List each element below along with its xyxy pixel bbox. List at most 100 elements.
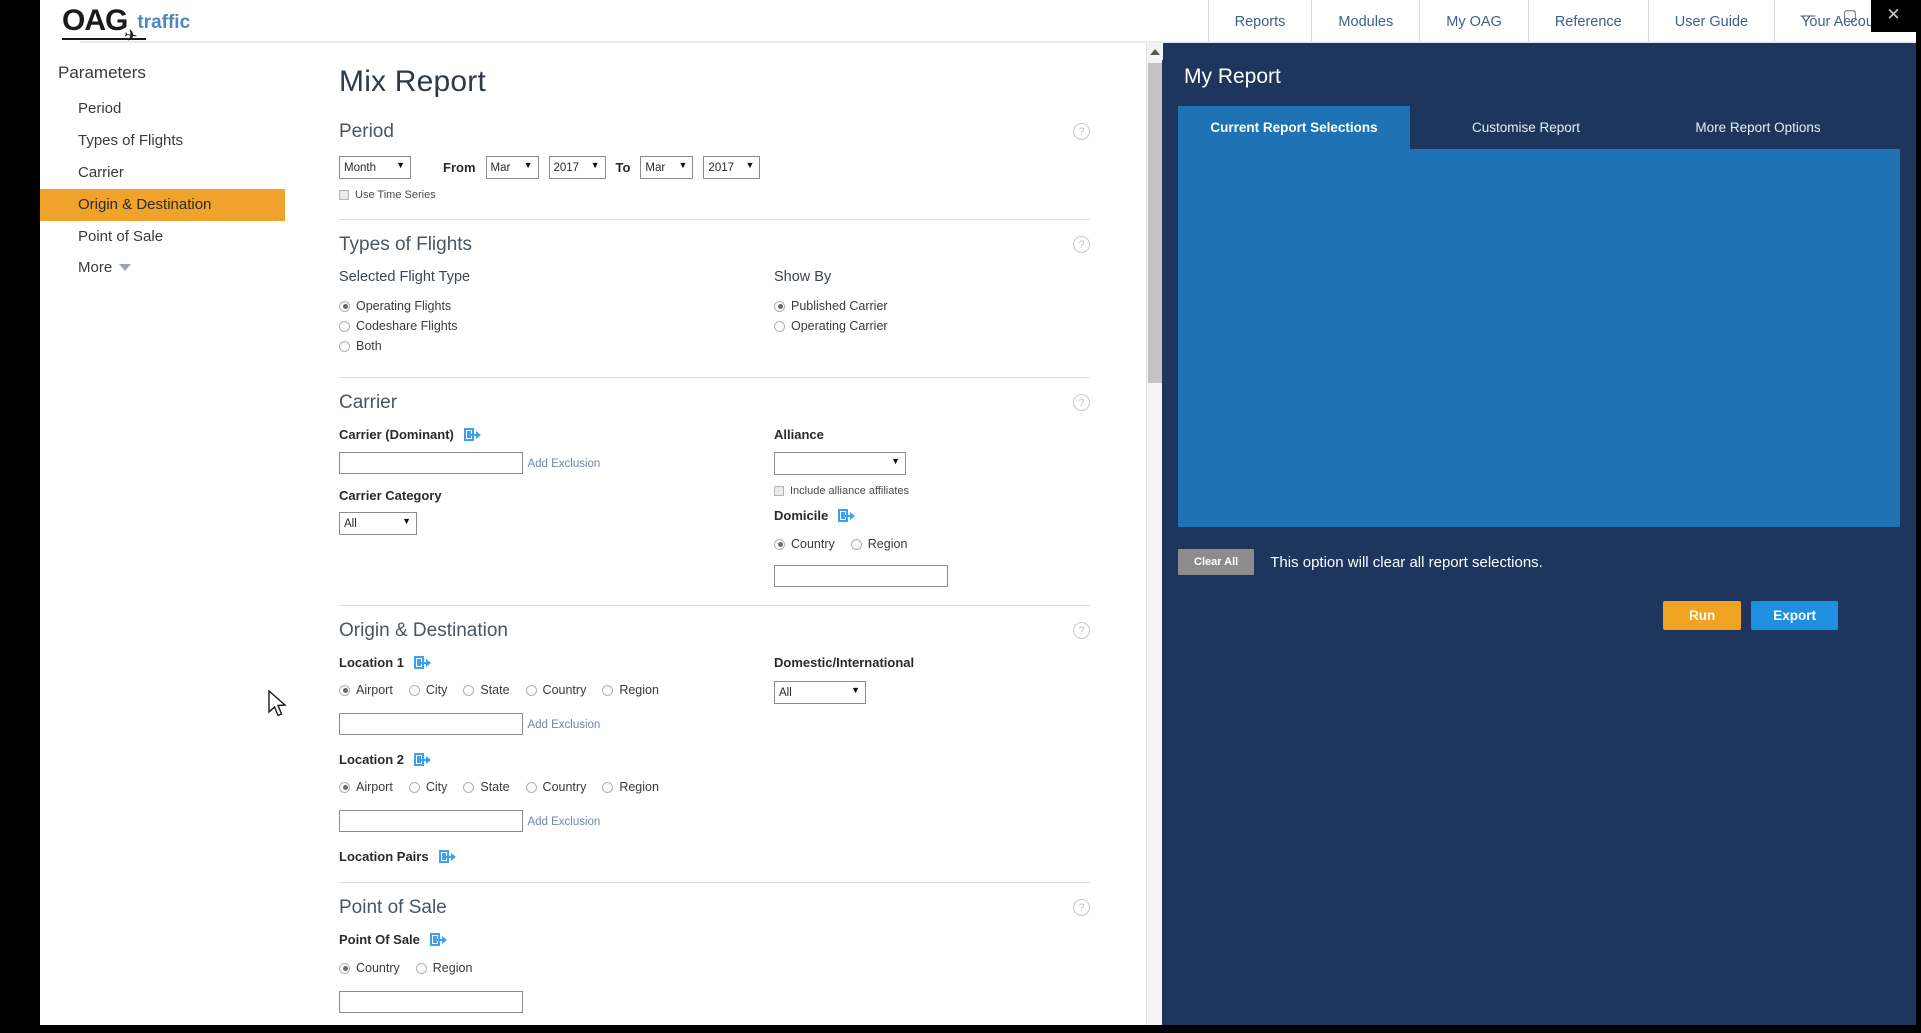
scrollbar-thumb[interactable] (1148, 63, 1162, 383)
use-time-series-row[interactable]: Use Time Series (339, 189, 1090, 201)
point-of-sale-input[interactable] (339, 991, 523, 1013)
topnav-item-reference[interactable]: Reference (1527, 0, 1648, 43)
tab-current-report-selections[interactable]: Current Report Selections (1178, 106, 1410, 149)
use-time-series-checkbox[interactable] (339, 190, 349, 200)
radio-pos-country-icon[interactable] (339, 962, 350, 974)
scroll-up-arrow-icon[interactable] (1147, 43, 1163, 60)
radio-domicile-country[interactable]: Country (774, 537, 835, 551)
location1-input[interactable] (339, 713, 523, 735)
run-button[interactable]: Run (1662, 601, 1742, 630)
include-alliance-affiliates-checkbox[interactable] (774, 486, 784, 496)
radio-pos-region-icon[interactable] (415, 962, 427, 974)
radio-location2-country-icon[interactable] (525, 781, 537, 793)
tab-more-report-options[interactable]: More Report Options (1642, 106, 1874, 149)
period-from-year-select[interactable]: 2017 (548, 156, 606, 179)
radio-location1-airport-icon[interactable] (339, 684, 350, 696)
period-to-year-select[interactable]: 2017 (703, 156, 761, 179)
radio-domicile-region-icon[interactable] (850, 538, 862, 550)
topnav-item-user-guide[interactable]: User Guide (1647, 0, 1774, 43)
radio-location2-region[interactable]: Region (602, 780, 659, 794)
export-icon-location1[interactable] (414, 656, 432, 669)
maximize-icon[interactable]: ▢ (1829, 0, 1871, 30)
plane-icon: ✈ (122, 27, 139, 46)
location2-input[interactable] (339, 810, 523, 832)
radio-operating-flights-icon[interactable] (339, 300, 350, 312)
help-icon-origin-destination[interactable]: ? (1073, 622, 1090, 639)
topnav-item-modules[interactable]: Modules (1311, 0, 1419, 43)
domestic-international-select[interactable]: All (774, 681, 866, 704)
radio-published-carrier[interactable]: Published Carrier (774, 299, 1090, 313)
period-granularity-select[interactable]: Month (339, 156, 411, 179)
app-logo[interactable]: OAG ✈ traffic (62, 6, 190, 46)
radio-operating-flights[interactable]: Operating Flights (339, 299, 774, 313)
radio-published-carrier-icon[interactable] (774, 300, 785, 312)
export-icon-point-of-sale[interactable] (429, 933, 447, 946)
radio-location2-city[interactable]: City (408, 780, 447, 794)
help-icon-point-of-sale[interactable]: ? (1073, 899, 1090, 916)
radio-location1-region[interactable]: Region (602, 683, 659, 697)
clear-all-button[interactable]: Clear All (1178, 549, 1255, 575)
radio-location2-airport[interactable]: Airport (339, 780, 393, 794)
help-icon-carrier[interactable]: ? (1073, 394, 1090, 411)
radio-operating-carrier-label: Operating Carrier (791, 319, 888, 333)
tab-customise-report[interactable]: Customise Report (1410, 106, 1642, 149)
sidebar-item-point-of-sale[interactable]: Point of Sale (40, 221, 285, 253)
export-button[interactable]: Export (1751, 601, 1838, 630)
radio-location2-city-icon[interactable] (408, 781, 420, 793)
minimize-icon[interactable]: — (1787, 0, 1829, 30)
carrier-category-select[interactable]: All (339, 512, 417, 535)
radio-location1-country[interactable]: Country (525, 683, 586, 697)
content-scrollbar[interactable] (1146, 43, 1163, 1025)
sidebar-item-period[interactable]: Period (40, 93, 285, 125)
domicile-input[interactable] (774, 565, 948, 587)
help-icon-types-of-flights[interactable]: ? (1073, 236, 1090, 253)
carrier-add-exclusion-link[interactable]: Add Exclusion (527, 458, 600, 470)
radio-both-flights[interactable]: Both (339, 339, 774, 353)
sidebar-item-more[interactable]: More (40, 253, 285, 282)
chevron-down-icon (119, 264, 132, 271)
radio-location1-city-icon[interactable] (408, 684, 420, 696)
radio-location2-state-icon[interactable] (463, 781, 475, 793)
topnav-item-reports[interactable]: Reports (1207, 0, 1312, 43)
help-icon-period[interactable]: ? (1073, 123, 1090, 140)
export-icon-location2[interactable] (414, 753, 432, 766)
export-icon-location-pairs[interactable] (438, 850, 456, 863)
radio-location1-region-icon[interactable] (602, 684, 614, 696)
topnav-item-my-oag[interactable]: My OAG (1419, 0, 1528, 43)
export-icon-carrier-dominant[interactable] (463, 428, 481, 441)
radio-operating-carrier[interactable]: Operating Carrier (774, 319, 1090, 333)
radio-location1-country-icon[interactable] (525, 684, 537, 696)
radio-location1-state[interactable]: State (463, 683, 510, 697)
period-to-month-select[interactable]: Mar (640, 156, 694, 179)
radio-location2-state[interactable]: State (463, 780, 510, 794)
include-alliance-affiliates-row[interactable]: Include alliance affiliates (774, 485, 1090, 497)
sidebar-item-types-of-flights[interactable]: Types of Flights (40, 125, 285, 157)
period-from-month-select[interactable]: Mar (485, 156, 539, 179)
radio-domicile-region[interactable]: Region (850, 537, 907, 551)
radio-pos-country[interactable]: Country (339, 961, 400, 975)
include-alliance-affiliates-label: Include alliance affiliates (790, 485, 910, 497)
radio-both-icon[interactable] (339, 340, 350, 352)
radio-location1-city[interactable]: City (408, 683, 447, 697)
section-title-point-of-sale: Point of Sale (339, 897, 447, 918)
radio-pos-region[interactable]: Region (415, 961, 472, 975)
export-icon-domicile[interactable] (838, 509, 856, 522)
location1-add-exclusion-link[interactable]: Add Exclusion (527, 719, 600, 731)
radio-location1-airport[interactable]: Airport (339, 683, 393, 697)
sidebar-item-origin-destination[interactable]: Origin & Destination (40, 189, 285, 221)
radio-codeshare-flights-icon[interactable] (339, 320, 350, 332)
radio-codeshare-flights[interactable]: Codeshare Flights (339, 319, 774, 333)
radio-location2-country[interactable]: Country (525, 780, 586, 794)
radio-operating-carrier-icon[interactable] (774, 320, 785, 332)
close-icon[interactable]: ✕ (1871, 0, 1916, 32)
carrier-dominant-input[interactable] (339, 452, 523, 474)
radio-location1-state-icon[interactable] (463, 684, 475, 696)
sidebar-item-carrier[interactable]: Carrier (40, 157, 285, 189)
radio-domicile-country-icon[interactable] (774, 538, 785, 550)
radio-location2-airport-icon[interactable] (339, 781, 350, 793)
carrier-dominant-label-row: Carrier (Dominant) (339, 427, 774, 442)
alliance-select[interactable] (774, 452, 906, 475)
radio-location2-region-icon[interactable] (602, 781, 614, 793)
location2-add-exclusion-link[interactable]: Add Exclusion (527, 816, 600, 828)
sidebar: Parameters Period Types of Flights Carri… (40, 43, 285, 1025)
